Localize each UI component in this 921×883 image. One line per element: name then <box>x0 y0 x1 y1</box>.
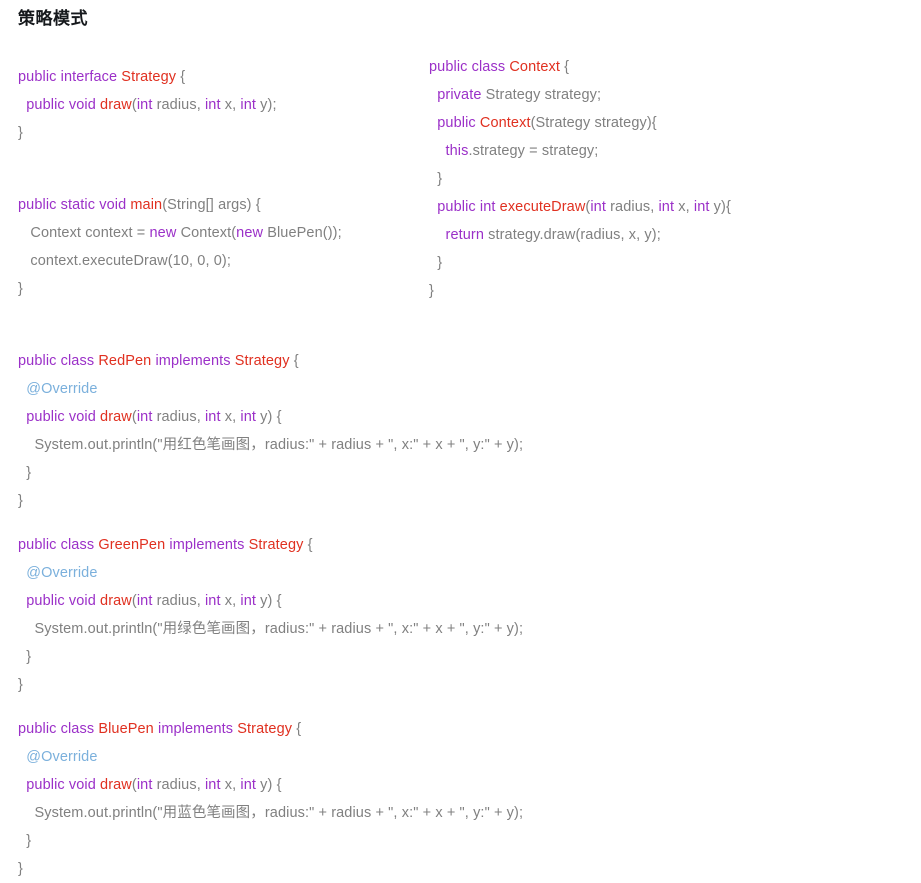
code-block-bluepen-class: public class BluePen implements Strategy… <box>18 715 524 883</box>
code-line: public void draw(int radius, int x, int … <box>26 777 282 793</box>
code-column-left: public interface Strategy { public void … <box>18 63 524 883</box>
code-block-main-method: public static void main(String[] args) {… <box>18 191 418 303</box>
code-line: return strategy.draw(radius, x, y); <box>445 227 661 243</box>
code-line: System.out.println("用绿色笔画图，radius:" + ra… <box>34 621 524 637</box>
code-line: public class GreenPen implements Strateg… <box>18 537 313 553</box>
code-line: public static void main(String[] args) { <box>18 197 261 213</box>
code-line: public void draw(int radius, int x, int … <box>26 97 277 113</box>
code-line: } <box>18 493 23 509</box>
code-line: } <box>437 171 443 187</box>
code-line: public interface Strategy { <box>18 69 186 85</box>
code-line: } <box>26 465 32 481</box>
code-line: public void draw(int radius, int x, int … <box>26 409 282 425</box>
code-block-context-class: public class Context { private Strategy … <box>429 53 899 305</box>
code-line: public int executeDraw(int radius, int x… <box>437 199 731 215</box>
code-line: public void draw(int radius, int x, int … <box>26 593 282 609</box>
page-title: 策略模式 <box>18 9 88 28</box>
code-line: public Context(Strategy strategy){ <box>437 115 657 131</box>
code-line: public class BluePen implements Strategy… <box>18 721 302 737</box>
code-line: @Override <box>26 565 98 581</box>
code-block-strategy-interface: public interface Strategy { public void … <box>18 63 418 147</box>
code-line: } <box>18 281 23 297</box>
code-line: } <box>18 677 23 693</box>
code-block-greenpen-class: public class GreenPen implements Strateg… <box>18 531 524 699</box>
code-line: } <box>26 833 32 849</box>
code-line: } <box>437 255 443 271</box>
code-line: } <box>18 125 23 141</box>
code-line: @Override <box>26 749 98 765</box>
code-line: public class RedPen implements Strategy … <box>18 353 299 369</box>
code-line: } <box>429 283 434 299</box>
code-line: private Strategy strategy; <box>437 87 602 103</box>
code-line: @Override <box>26 381 98 397</box>
code-line: context.executeDraw(10, 0, 0); <box>30 253 231 269</box>
code-block-redpen-class: public class RedPen implements Strategy … <box>18 347 524 515</box>
code-line: Context context = new Context(new BluePe… <box>30 225 342 241</box>
code-line: } <box>18 861 23 877</box>
code-line: public class Context { <box>429 59 570 75</box>
page-root: 策略模式 public interface Strategy { public … <box>0 0 921 881</box>
code-line: System.out.println("用红色笔画图，radius:" + ra… <box>34 437 524 453</box>
code-line: System.out.println("用蓝色笔画图，radius:" + ra… <box>34 805 524 821</box>
code-line: this.strategy = strategy; <box>445 143 599 159</box>
code-column-right: public class Context { private Strategy … <box>429 53 899 305</box>
code-line: } <box>26 649 32 665</box>
